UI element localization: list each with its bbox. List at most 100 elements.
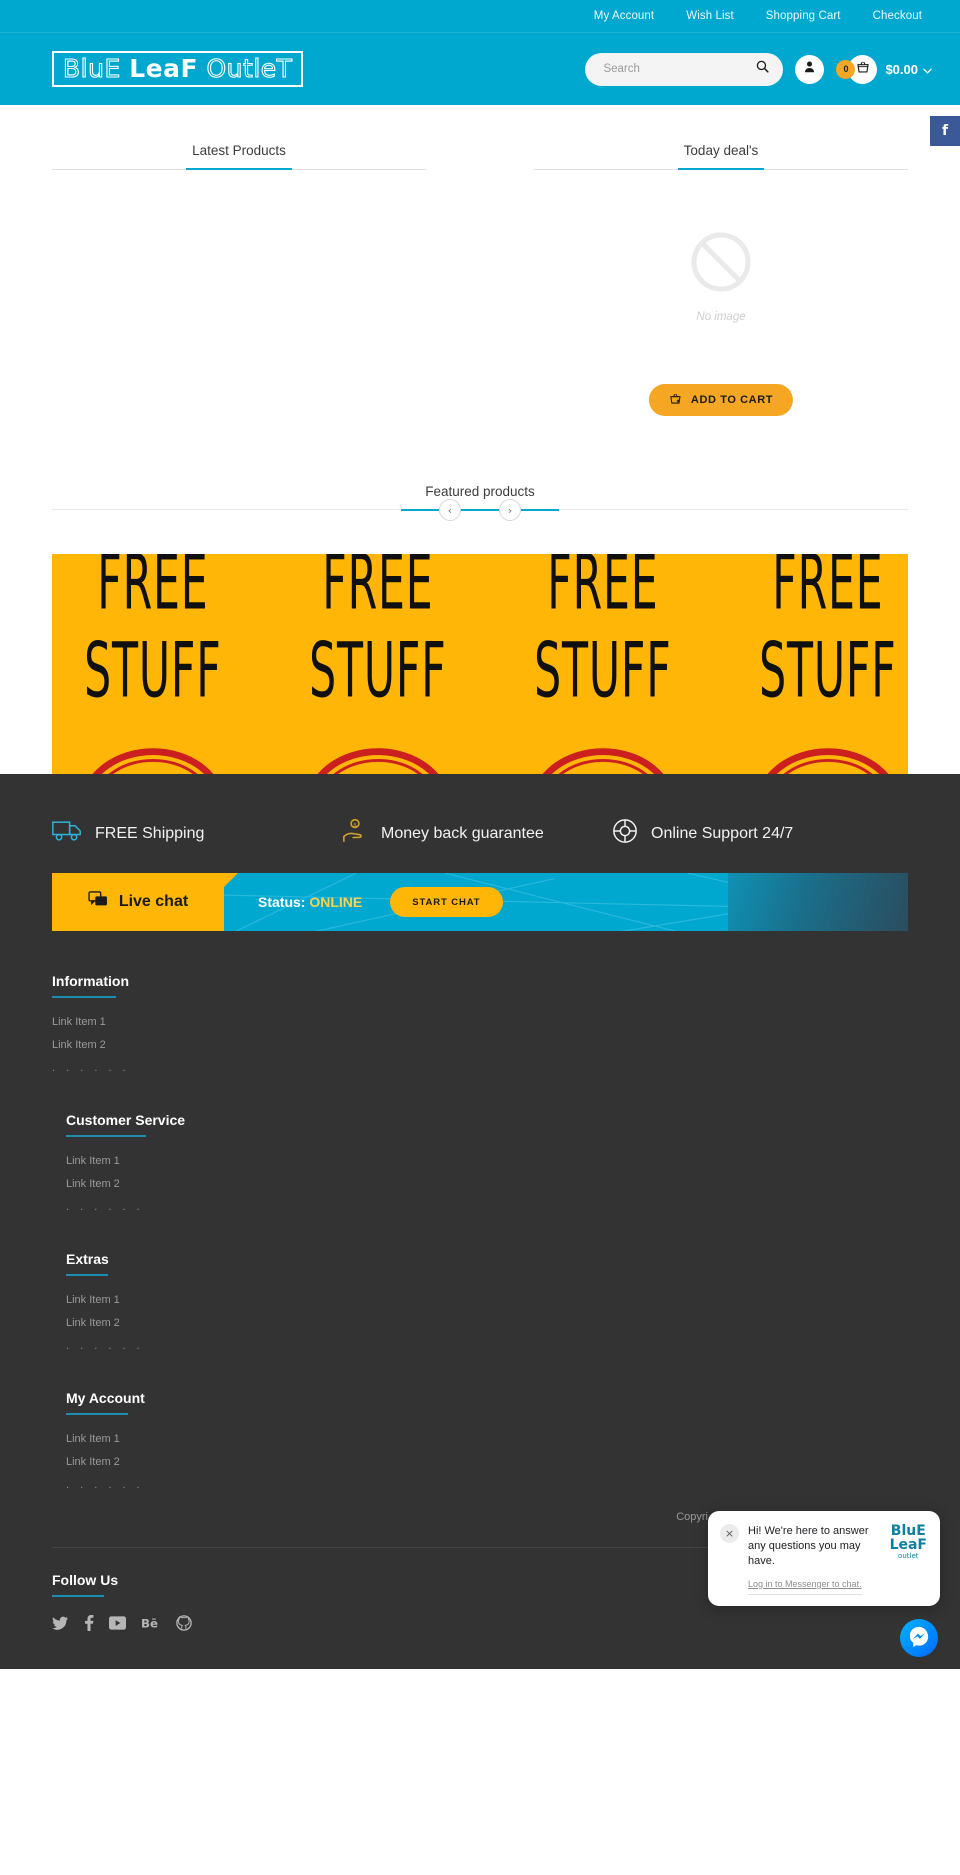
banner-stamp-icon (92, 748, 213, 774)
live-chat-status-value: ONLINE (309, 894, 363, 910)
feature-money-back: $ Money back guarantee (342, 818, 612, 849)
footer-link[interactable]: Link Item 1 (66, 1155, 908, 1167)
feature-strip: FREE Shipping $ Money back guarantee Onl… (52, 800, 908, 873)
footer-link-dots: . . . . . . (66, 1479, 144, 1491)
footer-link-dots: . . . . . . (66, 1201, 144, 1213)
live-chat-banner[interactable]: Live chat Status: ONLINE START CHAT (52, 873, 908, 931)
tab-header-deals: Today deal's (534, 143, 908, 170)
footer-link[interactable]: Link Item 1 (52, 1016, 908, 1028)
banner-line2: STUFF (758, 628, 897, 716)
banner-cell: FREE STUFF (52, 554, 265, 774)
footer-column-title: Customer Service (66, 1112, 186, 1128)
footer-link[interactable]: Link Item 2 (66, 1317, 908, 1329)
messenger-fab-button[interactable] (900, 1619, 938, 1657)
account-button[interactable] (795, 54, 825, 84)
footer-column-title: Extras (66, 1251, 109, 1267)
messenger-brand-logo: BluE LeaF outlet (890, 1524, 927, 1595)
footer-column-my-account: My Account Link Item 1 Link Item 2 . . .… (52, 1390, 908, 1529)
search-icon[interactable] (756, 60, 770, 78)
site-header: My Account Wish List Shopping Cart Check… (0, 0, 960, 105)
user-icon (803, 60, 816, 78)
top-nav: My Account Wish List Shopping Cart Check… (0, 0, 960, 33)
messenger-logo-line2: LeaF (889, 1537, 927, 1554)
footer-title-underline (66, 1413, 128, 1415)
carousel-next-button[interactable]: › (499, 499, 521, 521)
top-nav-checkout[interactable]: Checkout (873, 10, 922, 22)
footer-link-dots: . . . . . . (52, 1062, 130, 1074)
footer-title-underline (66, 1274, 108, 1276)
twitter-icon[interactable] (52, 1616, 69, 1631)
messenger-logo-line1: BluE (890, 1523, 926, 1540)
messenger-body: Hi! We're here to answer any questions y… (748, 1524, 881, 1595)
footer-link[interactable]: Link Item 1 (66, 1294, 908, 1306)
basket-icon (856, 60, 870, 79)
carousel-prev-button[interactable]: ‹ (439, 499, 461, 521)
header-actions: 0 $0.00 (585, 52, 932, 86)
chevron-down-icon (923, 62, 932, 77)
no-image-placeholder: No image (689, 230, 753, 323)
footer-link[interactable]: Link Item 2 (52, 1039, 908, 1051)
product-tabs-section: Latest Products Today deal's No image AD… (0, 105, 960, 470)
carousel-nav: ‹ › (401, 499, 559, 521)
banner-stamp-icon (542, 748, 663, 774)
top-nav-my-account[interactable]: My Account (594, 10, 654, 22)
feature-label: FREE Shipping (95, 824, 205, 842)
search-box[interactable] (585, 52, 784, 86)
latest-products-column: Latest Products (52, 143, 426, 470)
footer-title-underline (52, 996, 116, 998)
messenger-logo-line3: outlet (898, 1552, 919, 1561)
add-to-cart-button[interactable]: ADD TO CART (648, 384, 794, 416)
footer-link[interactable]: Link Item 1 (66, 1433, 908, 1445)
logo-part-1: BluE (62, 54, 121, 83)
cart-count-badge: 0 (836, 59, 856, 79)
free-stuff-banner[interactable]: FREE STUFF FREE STUFF FREE STUFF FREE ST… (52, 554, 908, 774)
footer-link-dots: . . . . . . (66, 1340, 144, 1352)
today-deals-column: Today deal's No image ADD TO CART (534, 143, 908, 470)
top-nav-wish-list[interactable]: Wish List (686, 10, 734, 22)
social-icons: Bē (52, 1615, 908, 1661)
tab-today-deals[interactable]: Today deal's (677, 143, 765, 170)
follow-title-underline (52, 1595, 104, 1597)
cart-button[interactable]: 0 $0.00 (836, 54, 932, 84)
cart-total-amount: $0.00 (885, 61, 918, 77)
top-nav-shopping-cart[interactable]: Shopping Cart (766, 10, 841, 22)
footer-link[interactable]: Link Item 2 (66, 1456, 908, 1468)
banner-cell: FREE STUFF (265, 554, 490, 774)
github-icon[interactable] (176, 1615, 192, 1631)
banner-cell: FREE STUFF (490, 554, 715, 774)
footer-link[interactable]: Link Item 2 (66, 1178, 908, 1190)
svg-text:$: $ (353, 822, 357, 828)
start-chat-button[interactable]: START CHAT (390, 887, 503, 917)
lifebuoy-icon (612, 818, 638, 849)
featured-products-title: Featured products (425, 484, 535, 499)
site-logo[interactable]: BluE LeaF OutleT (52, 51, 304, 87)
tab-latest-products[interactable]: Latest Products (186, 143, 292, 170)
tab-header-latest: Latest Products (52, 143, 426, 170)
messenger-login-link[interactable]: Log in to Messenger to chat. (748, 1579, 862, 1595)
search-input[interactable] (603, 63, 757, 75)
behance-icon[interactable]: Bē (141, 1616, 161, 1631)
facebook-icon: f (941, 123, 949, 139)
carousel-bar-right (521, 509, 559, 511)
footer-column-extras: Extras Link Item 1 Link Item 2 . . . . .… (52, 1251, 908, 1390)
feature-label: Money back guarantee (381, 824, 544, 842)
footer-column-title: Information (52, 973, 129, 989)
messenger-message: Hi! We're here to answer any questions y… (748, 1525, 869, 1568)
cart-total[interactable]: $0.00 (885, 62, 932, 77)
header-main: BluE LeaF OutleT 0 (0, 33, 960, 105)
youtube-icon[interactable] (109, 1616, 126, 1630)
close-icon[interactable]: × (720, 1524, 739, 1544)
facebook-icon[interactable] (84, 1615, 94, 1631)
featured-products-section: Featured products ‹ › (0, 470, 960, 521)
chat-bubble-icon (88, 891, 108, 913)
feature-label: Online Support 24/7 (651, 824, 794, 842)
banner-line2: STUFF (533, 628, 672, 716)
banner-line1: FREE (96, 554, 209, 628)
today-deals-content: No image ADD TO CART (534, 170, 908, 470)
truck-icon (52, 819, 82, 848)
facebook-side-tab[interactable]: f (930, 116, 960, 146)
logo-part-2: LeaF (129, 54, 199, 83)
live-chat-status-label: Status: (258, 894, 306, 910)
live-chat-agent-photo (728, 873, 908, 931)
banner-stamp-icon (767, 748, 888, 774)
